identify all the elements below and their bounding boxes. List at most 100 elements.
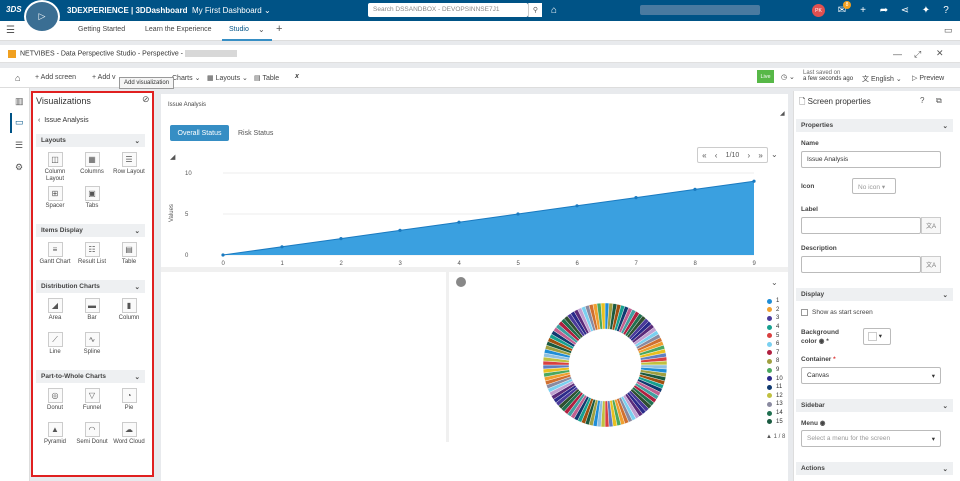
tab-getting-started[interactable]: Getting Started — [78, 26, 125, 33]
list-icon[interactable]: ☰ — [15, 140, 23, 151]
preview-button[interactable]: ▷ Preview — [912, 74, 944, 82]
vis-item-spline[interactable]: ∿ Spline — [74, 332, 110, 356]
translate-label-button[interactable]: 文A — [921, 217, 941, 234]
add-screen-button[interactable]: + Add screen — [35, 74, 76, 81]
display-section[interactable]: Display ⌄ — [796, 288, 953, 301]
legend-item[interactable]: 8 — [767, 357, 789, 366]
fullscreen-icon[interactable]: ⤢ — [914, 49, 921, 60]
vis-item-area[interactable]: ◢ Area — [37, 298, 73, 322]
tab-learn[interactable]: Learn the Experience — [145, 26, 212, 33]
last-page-icon[interactable]: » — [758, 151, 762, 160]
help-icon[interactable]: ? — [940, 4, 952, 16]
prev-page-icon[interactable]: ‹ — [715, 151, 718, 160]
next-page-icon[interactable]: › — [748, 151, 751, 160]
sidebar-section[interactable]: Sidebar ⌄ — [796, 399, 953, 412]
container-select[interactable]: Canvas ▾ — [801, 367, 941, 384]
legend-item[interactable]: 5 — [767, 331, 789, 340]
legend-item[interactable]: 4 — [767, 323, 789, 332]
actions-section[interactable]: Actions ⌄ — [796, 462, 953, 475]
icon-select[interactable]: No icon ▾ — [852, 178, 896, 194]
legend-item[interactable]: 12 — [767, 392, 789, 401]
vis-item-tabs[interactable]: ▣ Tabs — [74, 186, 110, 210]
legend-item[interactable]: 2 — [767, 306, 789, 315]
label-input[interactable] — [801, 217, 921, 234]
layouts-menu[interactable]: ▦ Layouts ⌄ — [207, 74, 248, 82]
charts-menu[interactable]: Charts ⌄ — [172, 74, 200, 82]
tab-overall-status[interactable]: Overall Status — [170, 125, 229, 141]
add-visualization-button[interactable]: + Add v — [92, 74, 116, 81]
menu-icon[interactable]: ☰ — [6, 25, 15, 36]
vis-item-donut[interactable]: ◎ Donut — [37, 388, 73, 412]
close-panel-icon[interactable]: ⊘ — [142, 94, 150, 105]
vis-item-word-cloud[interactable]: ☁ Word Cloud — [111, 422, 147, 446]
close-icon[interactable]: ✕ — [936, 48, 944, 59]
donut-menu-icon[interactable]: ⌄ — [771, 278, 778, 287]
screen-icon[interactable]: ▭ — [15, 117, 24, 128]
first-page-icon[interactable]: « — [702, 151, 706, 160]
vis-item-column[interactable]: ▮ Column — [111, 298, 147, 322]
legend-pager[interactable]: ▲ 1 / 8 — [766, 434, 785, 440]
pin-icon[interactable]: ⧉ — [936, 96, 942, 106]
vis-item-column-layout[interactable]: ◫ Column Layout — [37, 152, 73, 183]
legend-item[interactable]: 11 — [767, 383, 789, 392]
legend-item[interactable]: 1 — [767, 297, 789, 306]
name-input[interactable]: Issue Analysis — [801, 151, 941, 168]
tab-risk-status[interactable]: Risk Status — [238, 130, 273, 137]
description-input[interactable] — [801, 256, 921, 273]
tab-studio[interactable]: Studio — [229, 26, 249, 33]
help-icon[interactable]: ? — [920, 96, 924, 105]
dashboard-title[interactable]: 3DEXPERIENCE | 3DDashboard My First Dash… — [67, 6, 271, 15]
vis-item-table[interactable]: ▤ Table — [111, 242, 147, 266]
database-icon[interactable]: ▥ — [15, 96, 24, 107]
chevron-down-icon[interactable]: ⌄ — [258, 25, 265, 34]
legend-item[interactable]: 14 — [767, 409, 789, 418]
history-icon[interactable]: ◷ ⌄ — [781, 73, 795, 81]
resize-handle-icon[interactable]: ◢ — [780, 110, 785, 117]
legend-item[interactable]: 10 — [767, 374, 789, 383]
network-icon[interactable]: ⋖ — [899, 4, 911, 16]
menu-select[interactable]: Select a menu for the screen ▾ — [801, 430, 941, 447]
home-icon[interactable]: ⌂ — [15, 73, 20, 83]
legend-item[interactable]: 13 — [767, 400, 789, 409]
settings-icon[interactable]: ⚙ — [15, 162, 23, 173]
section-layouts[interactable]: Layouts ⌄ — [36, 134, 145, 147]
vis-item-result-list[interactable]: ☷ Result List — [74, 242, 110, 266]
donut-chart-type-icon[interactable] — [456, 277, 466, 287]
legend-item[interactable]: 7 — [767, 349, 789, 358]
vis-item-funnel[interactable]: ▽ Funnel — [74, 388, 110, 412]
vis-item-semi-donut[interactable]: ◠ Semi Donut — [74, 422, 110, 446]
search-icon[interactable]: ⚲ — [528, 3, 542, 17]
vis-item-line[interactable]: ⟋ Line — [37, 332, 73, 356]
vis-item-pyramid[interactable]: ▲ Pyramid — [37, 422, 73, 446]
avatar[interactable]: PK — [812, 4, 825, 17]
compass-icon[interactable]: ▷ — [24, 0, 60, 33]
start-screen-checkbox[interactable] — [801, 309, 808, 316]
chart-menu-icon[interactable]: ⌄ — [771, 150, 778, 159]
formula-icon[interactable]: x — [295, 73, 299, 80]
legend-item[interactable]: 6 — [767, 340, 789, 349]
language-select[interactable]: 文 English ⌄ — [862, 74, 902, 84]
legend-item[interactable]: 9 — [767, 366, 789, 375]
background-color-picker[interactable]: ▾ — [863, 328, 891, 345]
vis-item-row-layout[interactable]: ☰ Row Layout — [111, 152, 147, 176]
back-to-screen[interactable]: ‹ Issue Analysis — [38, 117, 89, 124]
chat-icon[interactable]: ▭ — [944, 25, 953, 36]
legend-item[interactable]: 15 — [767, 417, 789, 426]
add-tab-icon[interactable]: + — [276, 23, 282, 35]
tag-icon[interactable]: ⌂ — [548, 4, 560, 16]
apps-icon[interactable]: ✦ — [920, 4, 932, 16]
add-icon[interactable]: + — [857, 4, 869, 16]
vis-item-spacer[interactable]: ⊞ Spacer — [37, 186, 73, 210]
share-icon[interactable]: ➦ — [878, 4, 890, 16]
section-items-display[interactable]: Items Display ⌄ — [36, 224, 145, 237]
properties-section[interactable]: Properties ⌄ — [796, 119, 953, 132]
minimize-icon[interactable]: — — [893, 49, 902, 59]
vis-item-columns[interactable]: ▦ Columns — [74, 152, 110, 176]
search-input[interactable]: Search DSSANDBOX - DEVOPSINNSE7J1 — [368, 3, 528, 17]
table-button[interactable]: ▤ Table — [254, 74, 279, 82]
section-part-to-whole-charts[interactable]: Part-to-Whole Charts ⌄ — [36, 370, 145, 383]
section-distribution-charts[interactable]: Distribution Charts ⌄ — [36, 280, 145, 293]
legend-item[interactable]: 3 — [767, 314, 789, 323]
vis-item-pie[interactable]: ◔ Pie — [111, 388, 147, 412]
vis-item-gantt-chart[interactable]: ≡ Gantt Chart — [37, 242, 73, 266]
